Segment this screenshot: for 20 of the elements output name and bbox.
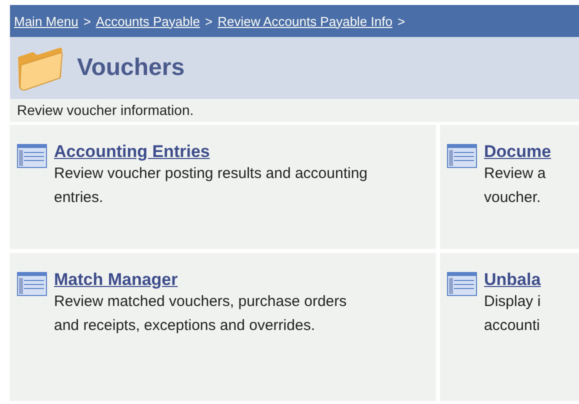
card-link[interactable]: Match Manager [54, 270, 374, 290]
window-icon [17, 144, 47, 168]
card-link[interactable]: Docume [484, 142, 579, 162]
breadcrumb-separator: > [204, 14, 213, 28]
breadcrumb-separator: > [397, 14, 406, 28]
card-link[interactable]: Accounting Entries [54, 142, 374, 162]
card-description: Display i accounti [484, 292, 542, 336]
breadcrumb-link[interactable]: Review Accounts Payable Info [218, 14, 392, 28]
breadcrumb-link[interactable]: Accounts Payable [96, 14, 200, 28]
card-link[interactable]: Unbala [484, 270, 579, 290]
window-icon [447, 144, 477, 168]
breadcrumb-link[interactable]: Main Menu [14, 14, 78, 28]
card-description: Review voucher posting results and accounting entries. [54, 164, 369, 208]
card-description: Review a voucher. [484, 164, 547, 208]
window-icon [447, 272, 477, 296]
page-description: Review voucher information. [10, 99, 579, 122]
window-icon [17, 272, 47, 296]
breadcrumb-separator: > [83, 14, 91, 28]
card-description: Review matched vouchers, purchase orders and receipts, exceptions and overrides. [54, 292, 348, 336]
page-title: Vouchers [77, 54, 185, 82]
